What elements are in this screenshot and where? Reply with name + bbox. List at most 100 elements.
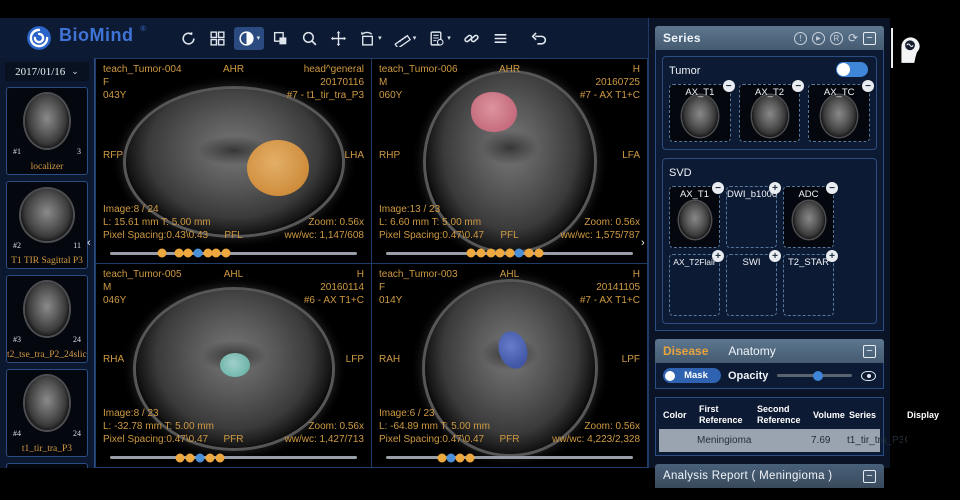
tab-anatomy[interactable]: Anatomy [728, 344, 775, 358]
keyframe-dot[interactable] [222, 249, 231, 258]
viewport-1[interactable]: teach_Tumor-004F043Y AHR head^general201… [96, 59, 371, 263]
collapse-panel-handle[interactable]: › [641, 237, 645, 249]
opacity-slider[interactable] [777, 374, 852, 377]
layout-grid-button[interactable] [205, 27, 230, 50]
opacity-slider-knob[interactable] [813, 371, 823, 381]
keyframe-dot[interactable] [535, 249, 544, 258]
rotate-button[interactable]: ▾ [355, 27, 386, 50]
refresh-button[interactable] [176, 27, 201, 50]
collapse-report-icon[interactable]: − [863, 470, 876, 483]
visibility-eye-icon[interactable] [861, 371, 876, 381]
series-thumbnail-localizer[interactable]: #1 3 localizer [6, 87, 88, 175]
series-item-ax-t1[interactable]: AX_T1 − [669, 84, 731, 142]
current-slice-dot[interactable] [193, 249, 202, 258]
series-item-svd-ax-t1[interactable]: AX_T1 − [669, 186, 720, 248]
keyframe-dot[interactable] [186, 453, 195, 462]
keyframe-dot[interactable] [212, 249, 221, 258]
current-slice-dot[interactable] [515, 249, 524, 258]
pan-button[interactable] [326, 27, 351, 50]
reset-circle-icon[interactable]: R [830, 32, 843, 45]
brand-logo: BioMind ® [26, 25, 146, 51]
keyframe-dot[interactable] [215, 453, 224, 462]
row-visibility-eye-icon[interactable] [905, 435, 907, 444]
annotation-button[interactable]: ▾ [424, 27, 455, 50]
remove-series-icon[interactable]: − [826, 182, 838, 194]
keyframe-dot[interactable] [495, 249, 504, 258]
keyframe-dot[interactable] [465, 453, 474, 462]
assistant-button[interactable] [897, 34, 923, 69]
slice-scrollbar[interactable] [110, 252, 357, 255]
collapse-disease-icon[interactable]: − [863, 345, 876, 358]
series-thumbnail-partial[interactable] [6, 463, 88, 468]
remove-series-icon[interactable]: − [862, 80, 874, 92]
zoom-button[interactable] [297, 27, 322, 50]
add-series-icon[interactable]: + [769, 250, 781, 262]
series-item-ax-t2[interactable]: AX_T2 − [739, 84, 801, 142]
undo-button[interactable] [527, 27, 552, 50]
series-label: t1_tir_tra_P3 [7, 444, 87, 454]
viewport-2[interactable]: teach_Tumor-006M060Y AHR H20160725#7 - A… [372, 59, 647, 263]
keyframe-dot[interactable] [486, 249, 495, 258]
series-item-ax-tc[interactable]: AX_TC − [808, 84, 870, 142]
keyframe-dot[interactable] [203, 249, 212, 258]
remove-series-icon[interactable]: − [792, 80, 804, 92]
rotate-caret[interactable]: ▾ [378, 34, 382, 42]
keyframe-dot[interactable] [176, 453, 185, 462]
series-item-ax-t2flair[interactable]: AX_T2Flair + [669, 254, 720, 316]
measure-caret[interactable]: ▾ [413, 34, 417, 42]
series-thumbnail-t1-tir-tra[interactable]: #4 24 t1_tir_tra_P3 [6, 369, 88, 457]
slice-scrollbar[interactable] [110, 456, 357, 459]
current-slice-dot[interactable] [447, 453, 456, 462]
slice-scrollbar[interactable] [386, 252, 633, 255]
add-series-icon[interactable]: + [769, 182, 781, 194]
measure-button[interactable]: ▾ [390, 27, 421, 50]
keyframe-dot[interactable] [477, 249, 486, 258]
link-button[interactable] [459, 27, 484, 50]
keyframe-dot[interactable] [456, 453, 465, 462]
collapse-sidebar-handle[interactable]: ‹ [87, 237, 91, 249]
viewport-3[interactable]: teach_Tumor-005M046Y AHL H20160114#6 - A… [96, 264, 371, 468]
series-item-t2-star[interactable]: T2_STAR + [783, 254, 834, 316]
series-item-adc[interactable]: ADC − [783, 186, 834, 248]
series-item-swi[interactable]: SWI + [726, 254, 777, 316]
window-level-button[interactable]: ▾ [234, 27, 265, 50]
collapse-series-icon[interactable]: − [863, 32, 876, 45]
add-series-icon[interactable]: + [712, 250, 724, 262]
keyframe-dot[interactable] [206, 453, 215, 462]
series-panel-body: Tumor AX_T1 − AX_T2 − [655, 50, 884, 331]
current-slice-dot[interactable] [196, 453, 205, 462]
keyframe-dot[interactable] [437, 453, 446, 462]
window-level-caret[interactable]: ▾ [257, 34, 261, 42]
series-item-dwi-b1000[interactable]: DWI_b1000 + [726, 186, 777, 248]
invert-icon [272, 30, 289, 47]
rotate-icon [359, 30, 376, 47]
refresh-icon[interactable]: ⟳ [848, 32, 858, 44]
keyframe-dot[interactable] [467, 249, 476, 258]
series-thumbnail-t2-tse-tra[interactable]: #3 24 t2_tse_tra_P2_24slice [6, 275, 88, 363]
keyframe-dot[interactable] [525, 249, 534, 258]
tab-disease[interactable]: Disease [663, 344, 708, 358]
slice-scrollbar[interactable] [386, 456, 633, 459]
analysis-report-header[interactable]: Analysis Report ( Meningioma ) − [655, 464, 884, 488]
invert-button[interactable] [268, 27, 293, 50]
keyframe-dot[interactable] [183, 249, 192, 258]
series-thumbnail-t1-tir-sagittal[interactable]: #2 11 T1 TIR Sagittal P3 [6, 181, 88, 269]
keyframe-dot[interactable] [505, 249, 514, 258]
tumor-toggle[interactable] [836, 62, 868, 77]
add-series-icon[interactable]: + [826, 250, 838, 262]
keyframe-dot[interactable] [175, 249, 184, 258]
alert-circle-icon[interactable]: ! [794, 32, 807, 45]
table-row-meningioma[interactable]: Meningioma 7.69 t1_tir_tra_P3 [659, 429, 880, 452]
annotation-caret[interactable]: ▾ [447, 34, 451, 42]
viewport-4[interactable]: teach_Tumor-003F014Y AHL H20141105#7 - A… [372, 264, 647, 468]
menu-button[interactable] [488, 27, 513, 50]
remove-series-icon[interactable]: − [723, 80, 735, 92]
mask-toggle[interactable]: Mask [663, 368, 721, 383]
study-date-selector[interactable]: 2017/01/16 ⌄ [5, 62, 89, 81]
keyframe-dot[interactable] [157, 249, 166, 258]
play-circle-icon[interactable]: ▶ [812, 32, 825, 45]
remove-series-icon[interactable]: − [712, 182, 724, 194]
series-item-image [679, 201, 711, 239]
series-index: #4 [13, 429, 21, 438]
right-panel: Series ! ▶ R ⟳ − Tumor AX_T1 [648, 18, 890, 468]
